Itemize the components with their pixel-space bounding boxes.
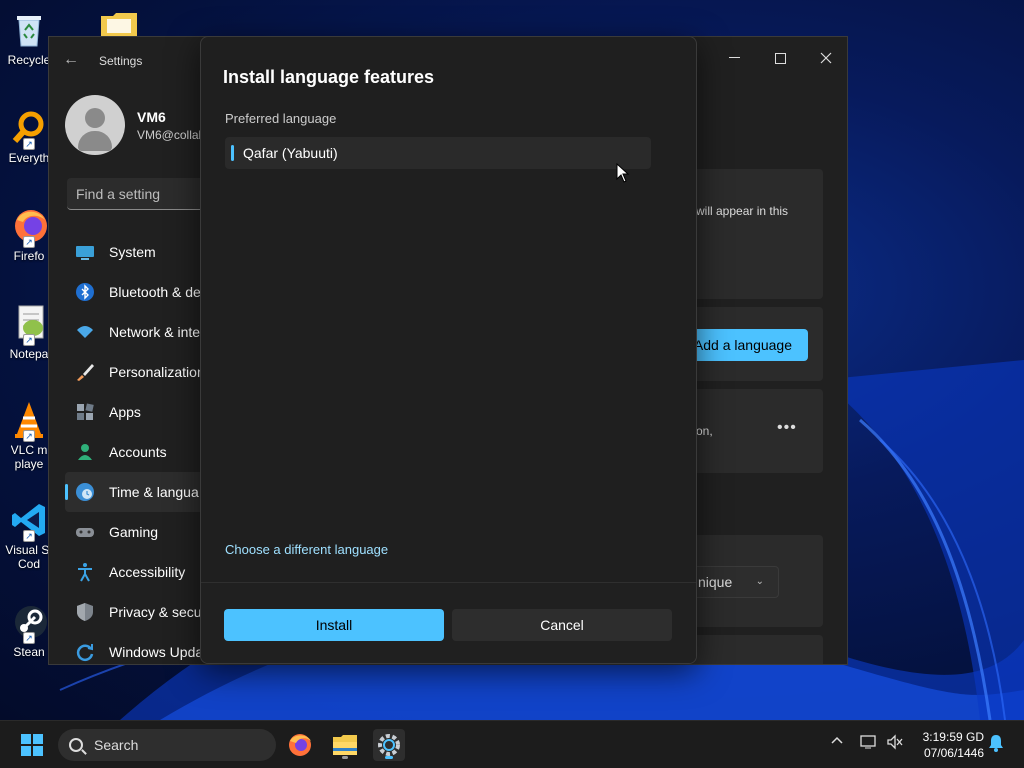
clock-date: 07/06/1446 <box>923 746 984 760</box>
taskbar: Search 3:19:59 GD 07/06/1446 <box>0 720 1024 768</box>
sidebar-item-label: Network & inte <box>109 324 201 340</box>
sidebar-item-label: System <box>109 244 156 260</box>
close-button[interactable] <box>803 43 847 73</box>
window-title: Settings <box>99 54 143 68</box>
maximize-icon <box>774 52 786 64</box>
taskbar-file-explorer[interactable] <box>329 729 361 761</box>
install-button[interactable]: Install <box>224 609 444 641</box>
card-text: on, <box>696 424 713 438</box>
chevron-down-icon: ⌄ <box>755 576 764 587</box>
folder-icon <box>97 10 137 38</box>
dialog-footer: Install Cancel <box>201 582 696 663</box>
search-icon <box>69 738 83 752</box>
everything-search-icon: ↗ <box>9 108 49 150</box>
desktop-icon-label: Firefo <box>13 249 45 263</box>
accessibility-icon <box>78 563 92 582</box>
back-arrow-icon[interactable]: ← <box>63 51 79 69</box>
desktop-icon-label: VLC m playe <box>10 443 48 471</box>
avatar <box>65 95 125 155</box>
desktop-icon-label: Notepa <box>9 347 49 361</box>
firefox-icon: ↗ <box>9 206 49 248</box>
sidebar-item-label: Accounts <box>109 444 167 460</box>
shortcut-arrow-icon: ↗ <box>23 530 35 542</box>
minimize-icon <box>728 57 740 58</box>
globe-clock-icon <box>76 483 94 501</box>
sidebar-item-label: Windows Upda <box>109 644 204 660</box>
taskbar-search-label: Search <box>94 737 139 753</box>
shortcut-arrow-icon: ↗ <box>23 334 35 346</box>
update-icon <box>76 644 94 661</box>
sidebar-item-label: Accessibility <box>109 564 186 580</box>
maximize-button[interactable] <box>757 43 803 73</box>
start-icon <box>21 734 43 756</box>
network-icon[interactable] <box>860 734 878 753</box>
bluetooth-icon <box>76 283 94 301</box>
taskbar-search[interactable]: Search <box>58 729 276 761</box>
more-options-button[interactable]: ••• <box>777 419 797 437</box>
shortcut-arrow-icon: ↗ <box>23 430 35 442</box>
card-text: will appear in this <box>696 204 789 218</box>
user-name: VM6 <box>137 109 166 125</box>
wifi-icon <box>77 326 93 338</box>
dropdown-value: nique <box>698 574 733 590</box>
gamepad-icon <box>76 528 94 537</box>
install-language-dialog: Install language features Preferred lang… <box>200 36 697 664</box>
user-email: VM6@collal <box>137 128 202 142</box>
sidebar-item-label: Bluetooth & de <box>109 284 201 300</box>
file-explorer-icon <box>333 735 357 755</box>
shortcut-arrow-icon: ↗ <box>23 632 35 644</box>
clock[interactable]: 3:19:59 GD 07/06/1446 <box>912 729 984 761</box>
shield-icon <box>77 603 93 621</box>
notification-bell-icon[interactable] <box>988 734 1004 755</box>
settings-icon <box>378 734 400 756</box>
vlc-icon: ↗ <box>9 400 49 442</box>
desktop-icon-label: Visual St Cod <box>5 543 53 571</box>
mouse-cursor-icon <box>616 163 630 183</box>
running-indicator <box>342 756 348 759</box>
steam-icon: ↗ <box>9 602 49 644</box>
sidebar-item-label: Gaming <box>109 524 159 540</box>
chevron-up-icon[interactable] <box>830 734 844 751</box>
brush-icon <box>77 364 94 381</box>
desktop-icon-label: Everyth <box>8 151 50 165</box>
cancel-button[interactable]: Cancel <box>452 609 672 641</box>
taskbar-settings[interactable] <box>373 729 405 761</box>
sidebar-item-label: Personalization <box>109 364 205 380</box>
taskbar-firefox[interactable] <box>284 729 316 761</box>
shortcut-arrow-icon: ↗ <box>23 138 35 150</box>
minimize-button[interactable] <box>711 43 757 73</box>
vscode-icon: ↗ <box>9 500 49 542</box>
monitor-icon <box>76 246 94 260</box>
close-icon <box>820 52 832 64</box>
active-indicator <box>385 756 393 759</box>
clock-time: 3:19:59 GD <box>922 730 984 744</box>
volume-muted-icon[interactable] <box>886 734 904 753</box>
desktop-icon-label: Stean <box>13 645 45 659</box>
dialog-title: Install language features <box>223 67 435 87</box>
sidebar-item-label: Privacy & secur <box>109 604 207 620</box>
desktop-icon-label: Recycle <box>7 53 51 67</box>
preferred-language-label: Preferred language <box>225 111 337 126</box>
notepad-plus-plus-icon: ↗ <box>9 304 49 346</box>
sidebar-item-label: Time & langua <box>109 484 199 500</box>
selected-language-item[interactable]: Qafar (Yabuuti) <box>225 137 651 169</box>
add-language-button[interactable]: Add a language <box>685 329 808 361</box>
desktop-icon-folder[interactable] <box>88 10 146 38</box>
person-icon <box>78 444 92 460</box>
apps-icon <box>77 403 94 420</box>
choose-different-language-link[interactable]: Choose a different language <box>225 542 388 557</box>
recycle-bin-icon <box>9 10 49 50</box>
start-button[interactable] <box>16 729 48 761</box>
shortcut-arrow-icon: ↗ <box>23 236 35 248</box>
firefox-icon <box>289 734 311 756</box>
sidebar-item-label: Apps <box>109 404 141 420</box>
